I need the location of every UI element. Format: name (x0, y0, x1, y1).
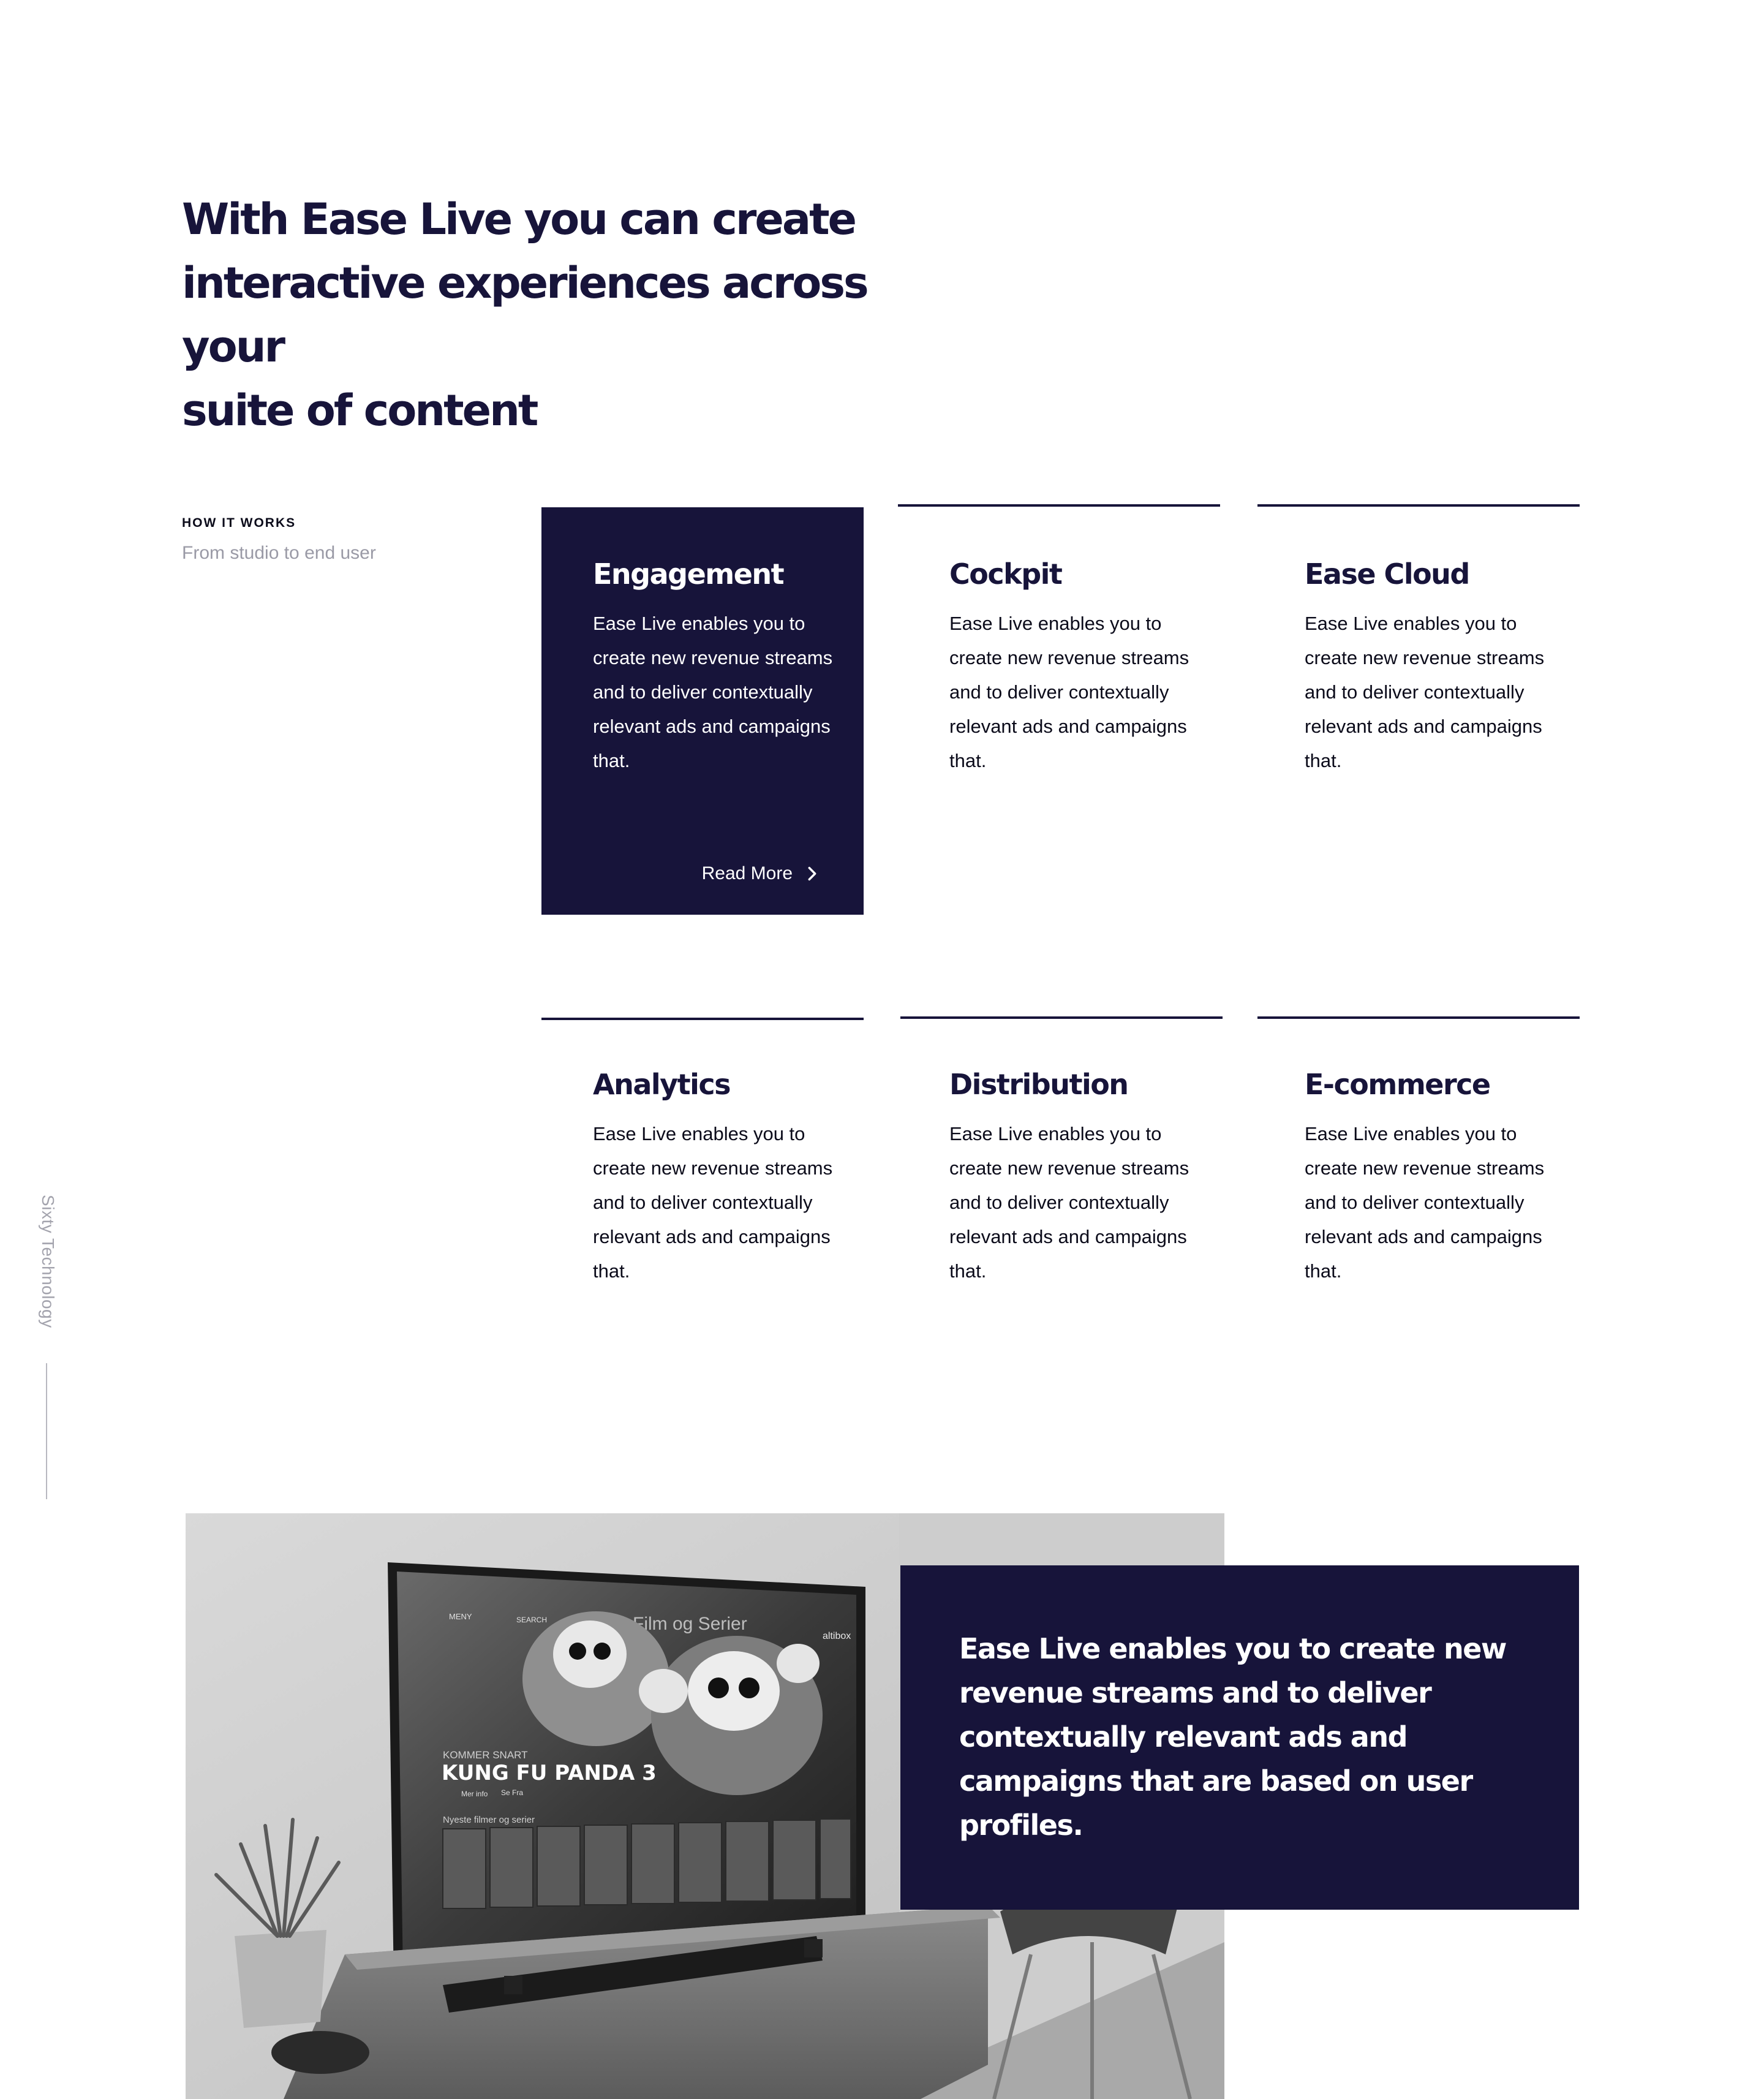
card-title: Analytics (593, 1068, 731, 1101)
read-more-link[interactable]: Read More (702, 863, 821, 884)
page-title: With Ease Live you can create interactiv… (182, 187, 917, 442)
card-top-rule (1257, 504, 1580, 507)
section-eyebrow: HOW IT WORKS (182, 516, 296, 530)
read-more-label: Read More (701, 863, 793, 883)
tv-feature-title: KUNG FU PANDA 3 (442, 1761, 657, 1785)
card-top-rule (898, 504, 1220, 507)
side-divider (46, 1363, 47, 1499)
feature-card-ecommerce[interactable]: E-commerce Ease Live enables you to crea… (1257, 1016, 1580, 1335)
tv-kicker: KOMMER SNART (443, 1749, 528, 1761)
tv-section-heading: Film og Serier (633, 1614, 747, 1634)
quote-panel: Ease Live enables you to create new reve… (900, 1565, 1579, 1910)
card-title: Engagement (593, 558, 785, 591)
section-subtitle: From studio to end user (182, 543, 376, 563)
feature-card-analytics[interactable]: Analytics Ease Live enables you to creat… (541, 1018, 864, 1336)
card-description: Ease Live enables you to create new reve… (949, 1123, 1189, 1282)
tv-brand-label: altibox (823, 1631, 851, 1641)
tv-row-label: Nyeste filmer og serier (443, 1815, 535, 1825)
quote-text: Ease Live enables you to create new reve… (959, 1632, 1507, 1842)
card-title: E-commerce (1305, 1068, 1491, 1101)
card-description: Ease Live enables you to create new reve… (949, 613, 1189, 771)
chevron-right-icon (808, 866, 816, 881)
card-title: Cockpit (949, 558, 1063, 591)
page-title-line: With Ease Live you can create (182, 194, 857, 244)
tv-menu-label: MENY (449, 1612, 472, 1621)
page-title-line: suite of content (182, 385, 538, 436)
feature-card-distribution[interactable]: Distribution Ease Live enables you to cr… (900, 1016, 1223, 1335)
tv-search-label: SEARCH (516, 1616, 547, 1624)
card-description: Ease Live enables you to create new reve… (593, 613, 833, 771)
card-top-rule (541, 1018, 864, 1020)
card-title: Distribution (949, 1068, 1129, 1101)
card-top-rule (1257, 1016, 1580, 1019)
tv-button-more-info: Mer info (461, 1790, 488, 1798)
card-description: Ease Live enables you to create new reve… (1305, 1123, 1545, 1282)
side-brand-label: Sixty Technology (39, 1195, 58, 1328)
card-title: Ease Cloud (1305, 558, 1470, 591)
card-description: Ease Live enables you to create new reve… (1305, 613, 1545, 771)
card-description: Ease Live enables you to create new reve… (593, 1123, 833, 1282)
tv-button-watch: Se Fra (501, 1788, 523, 1797)
feature-card-ease-cloud[interactable]: Ease Cloud Ease Live enables you to crea… (1257, 504, 1580, 909)
card-top-rule (900, 1016, 1223, 1019)
page-title-line: interactive experiences across your (182, 258, 869, 372)
feature-card-engagement[interactable]: Engagement Ease Live enables you to crea… (541, 507, 864, 915)
feature-card-cockpit[interactable]: Cockpit Ease Live enables you to create … (898, 504, 1220, 909)
